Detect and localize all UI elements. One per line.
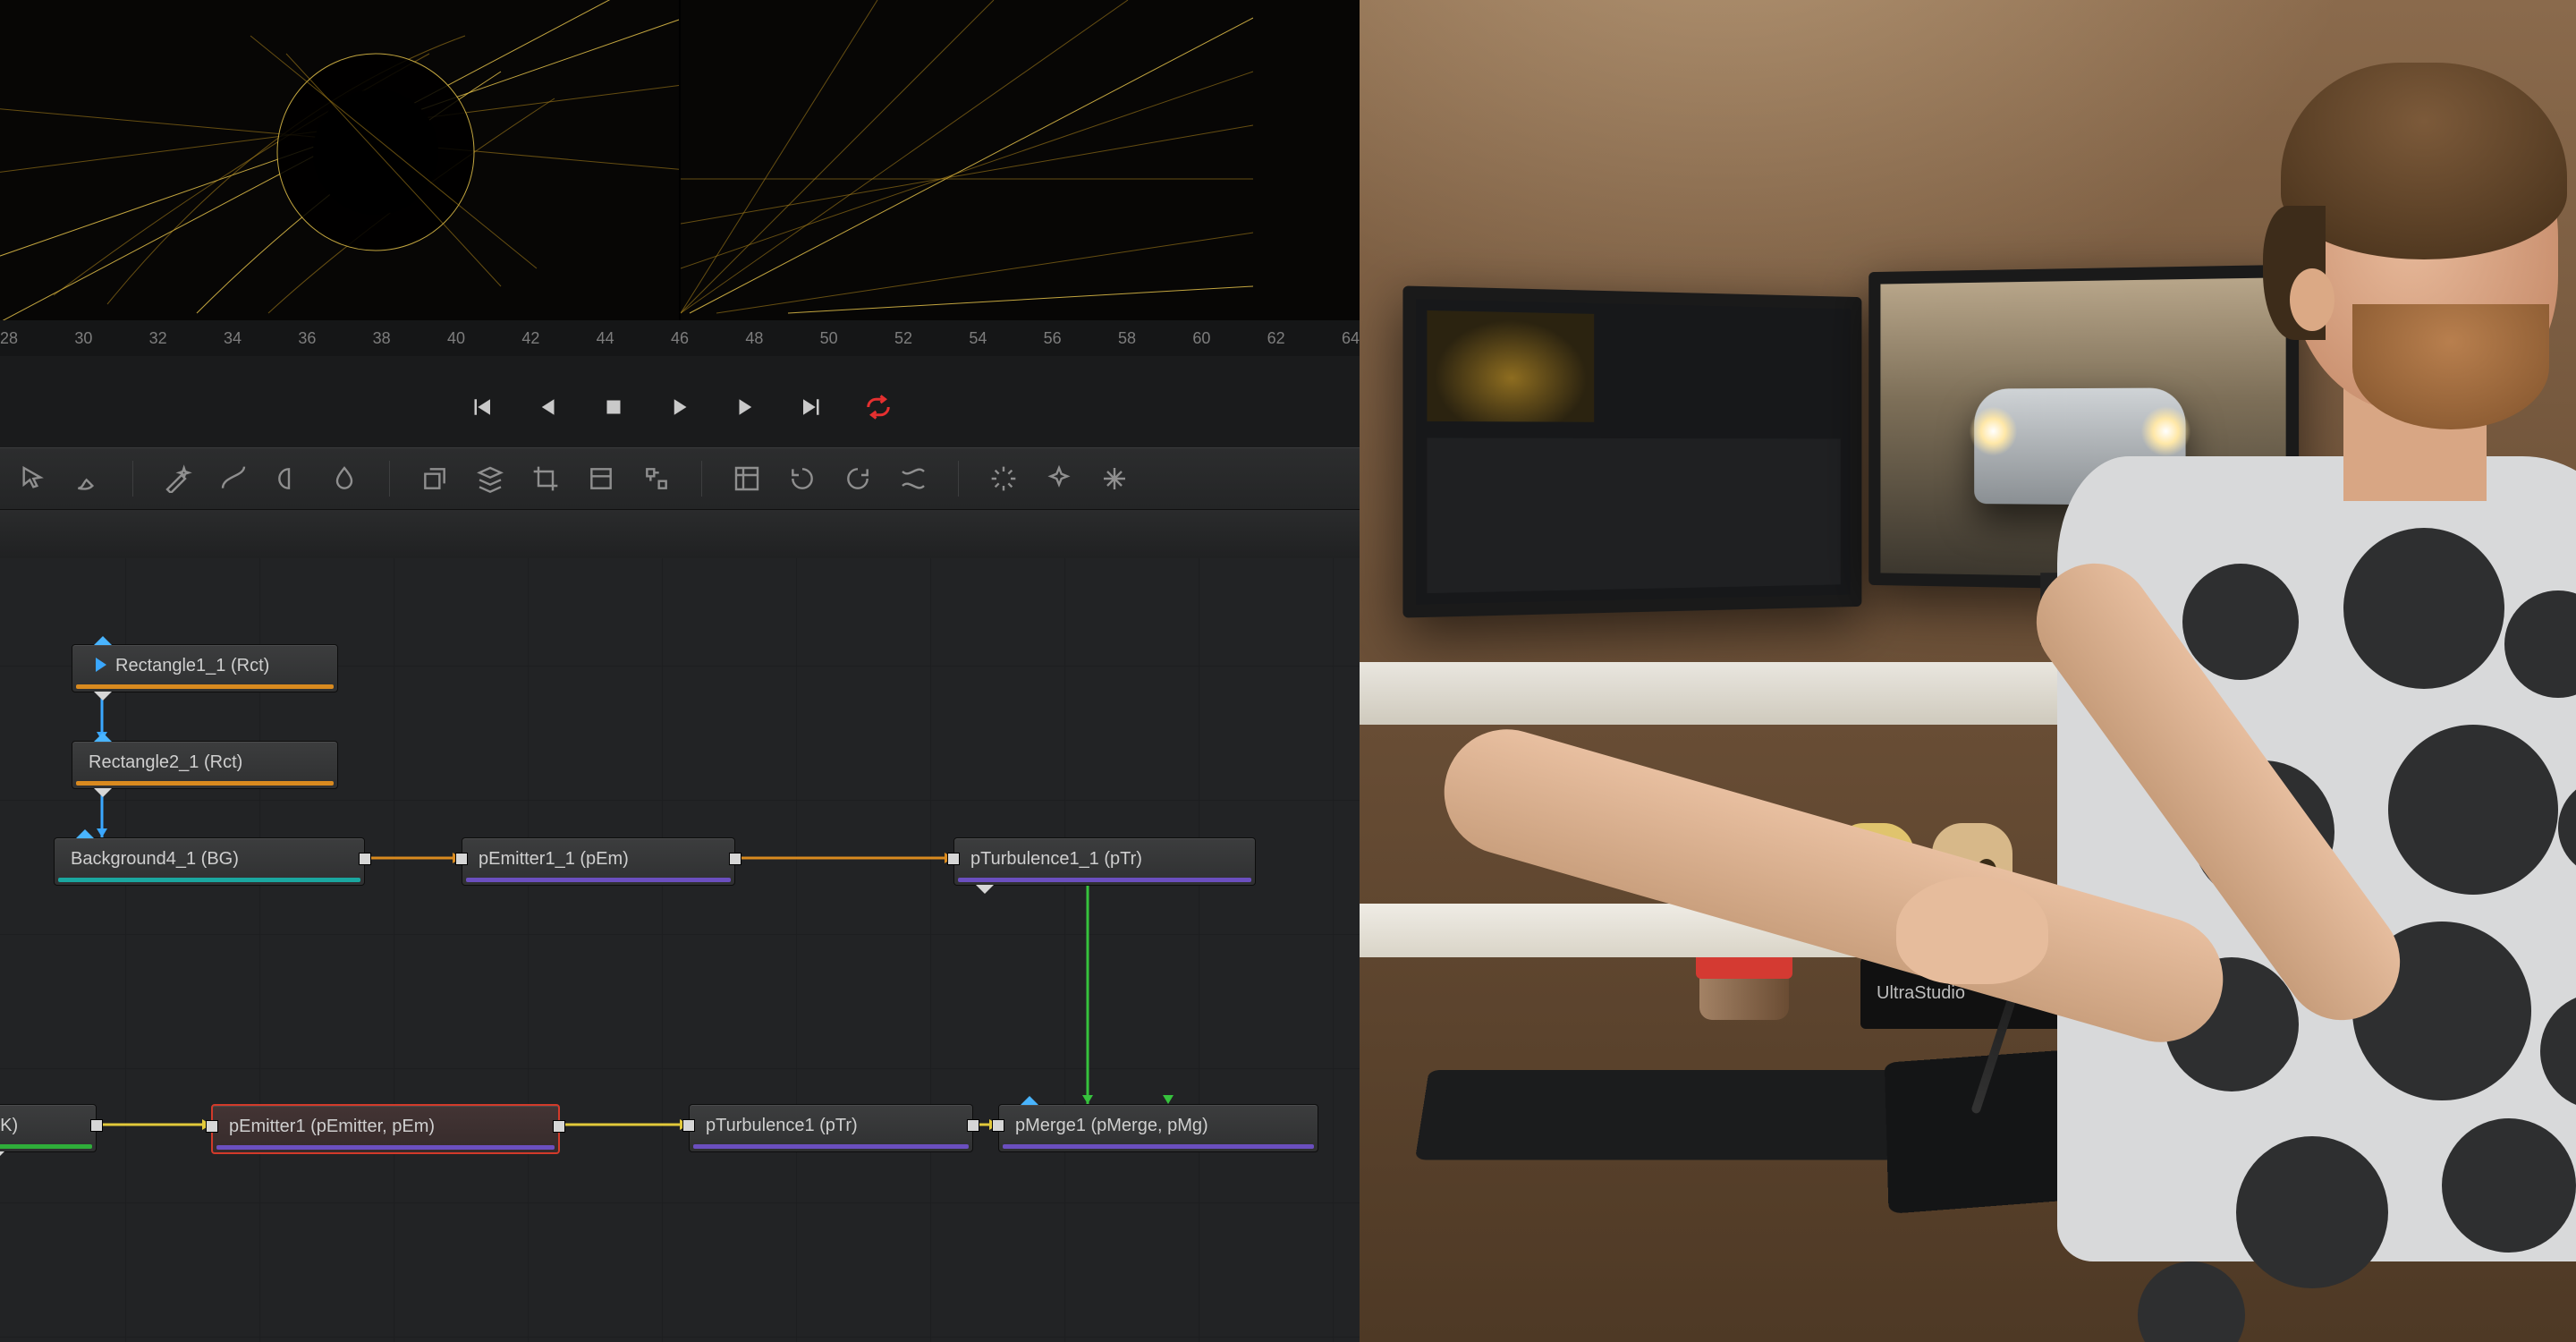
ruler-tick: 52 (894, 329, 912, 348)
pointer-tool[interactable] (18, 464, 47, 493)
magic-wand-tool[interactable] (164, 464, 192, 493)
crop-a-tool[interactable] (531, 464, 560, 493)
left-monitor-screen (1416, 299, 1851, 604)
node-label: pTurbulence1 (pTr) (706, 1116, 858, 1136)
transport-controls (0, 376, 1360, 438)
brush-tool[interactable] (73, 464, 102, 493)
droplet-tool[interactable] (330, 464, 359, 493)
sun-contrast-tool[interactable] (275, 464, 303, 493)
crop-b-tool[interactable] (587, 464, 615, 493)
node-label: Rectangle1_1 (Rct) (115, 656, 269, 676)
ruler-tick: 38 (373, 329, 391, 348)
node-pem0[interactable]: pEmitter1 (pEmitter, pEm) (211, 1104, 560, 1154)
node-label: pMerge1 (pMerge, pMg) (1015, 1116, 1208, 1136)
curve-tool[interactable] (219, 464, 248, 493)
node-label: pEmitter1 (pEmitter, pEm) (229, 1117, 435, 1137)
tool-shelf (0, 447, 1360, 510)
compositor-ui: 28 30 32 34 36 38 40 42 44 46 48 50 52 54 56 58 60 62 64 R… (0, 0, 1360, 1342)
skip-start-button[interactable] (468, 394, 495, 420)
stop-button[interactable] (600, 394, 627, 420)
frame-tool[interactable] (733, 464, 761, 493)
ruler-tick: 34 (224, 329, 242, 348)
node-label: Background4_1 (BG) (71, 849, 239, 870)
ruler-tick: 30 (74, 329, 92, 348)
viewer-strip (0, 0, 1360, 320)
ruler-tick: 36 (298, 329, 316, 348)
ruler-tick: 40 (447, 329, 465, 348)
viewer-b[interactable] (679, 0, 1360, 320)
context-photo: UltraStudio (1360, 0, 2576, 1342)
play-button[interactable] (666, 394, 693, 420)
node-ptu0[interactable]: pTurbulence1 (pTr) (689, 1104, 973, 1152)
rotate-ccw-tool[interactable] (788, 464, 817, 493)
loop-button[interactable] (865, 394, 892, 420)
node-rect2[interactable]: Rectangle2_1 (Rct) (72, 741, 338, 789)
node-label: pEmitter1_1 (pEm) (479, 849, 629, 870)
node-pem1[interactable]: pEmitter1_1 (pEm) (462, 837, 735, 886)
ruler-tick: 42 (521, 329, 539, 348)
ruler-tick: 50 (820, 329, 838, 348)
node-bg4[interactable]: Background4_1 (BG) (54, 837, 365, 886)
sub-shelf (0, 510, 1360, 559)
step-fwd-button[interactable] (733, 394, 759, 420)
ruler-tick: 56 (1044, 329, 1062, 348)
ruler-tick: 44 (597, 329, 614, 348)
ruler-tick: 48 (745, 329, 763, 348)
node-ptu1[interactable]: pTurbulence1_1 (pTr) (953, 837, 1256, 886)
artist (1932, 36, 2576, 1342)
spark-c-tool[interactable] (1100, 464, 1129, 493)
ruler-tick: 64 (1342, 329, 1360, 348)
spark-a-tool[interactable] (989, 464, 1018, 493)
skip-end-button[interactable] (799, 394, 826, 420)
ruler-tick: 28 (0, 329, 18, 348)
rotate-cw-tool[interactable] (843, 464, 872, 493)
layer-stack-tool[interactable] (476, 464, 504, 493)
viewer-a[interactable] (0, 0, 679, 320)
ruler-tick: 32 (149, 329, 167, 348)
ruler-tick: 58 (1118, 329, 1136, 348)
spark-b-tool[interactable] (1045, 464, 1073, 493)
ruler-tick: 54 (969, 329, 987, 348)
timeline-ruler[interactable]: 28 30 32 34 36 38 40 42 44 46 48 50 52 54 56 58 60 62 64 (0, 320, 1360, 356)
node-graph[interactable]: Rectangle1_1 (Rct) Rectangle2_1 (Rct) Back… (0, 558, 1360, 1342)
ruler-tick: 62 (1267, 329, 1285, 348)
node-dk[interactable]: (DK) (0, 1104, 97, 1152)
layer-copy-tool[interactable] (420, 464, 449, 493)
node-rect1[interactable]: Rectangle1_1 (Rct) (72, 644, 338, 692)
left-monitor (1402, 285, 1861, 617)
ruler-tick: 60 (1192, 329, 1210, 348)
node-pmrg[interactable]: pMerge1 (pMerge, pMg) (998, 1104, 1318, 1152)
warp-tool[interactable] (899, 464, 928, 493)
node-label: pTurbulence1_1 (pTr) (970, 849, 1142, 870)
node-label: Rectangle2_1 (Rct) (89, 752, 242, 773)
node-label: (DK) (0, 1116, 18, 1136)
ruler-tick: 46 (671, 329, 689, 348)
step-back-button[interactable] (534, 394, 561, 420)
transform-tool[interactable] (642, 464, 671, 493)
